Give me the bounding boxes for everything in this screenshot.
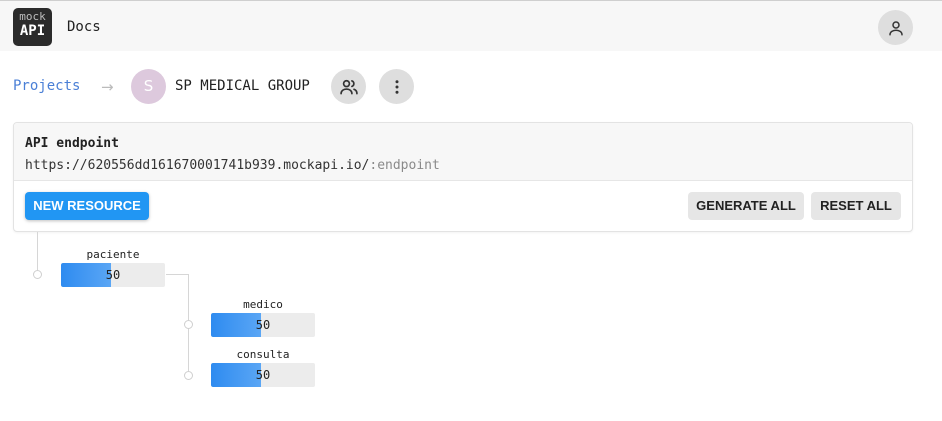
docs-link[interactable]: Docs	[67, 19, 101, 35]
tree-connector	[37, 232, 38, 274]
arrow-right-icon: →	[101, 78, 114, 96]
resource-count: 50	[105, 268, 121, 282]
logo-top-text: mock	[19, 10, 46, 23]
project-name: SP MEDICAL GROUP	[175, 78, 310, 94]
api-endpoint-header: API endpoint https://620556dd16167000174…	[14, 123, 912, 181]
user-menu-button[interactable]	[878, 10, 913, 45]
api-endpoint-url-suffix: :endpoint	[369, 158, 440, 173]
resource-bar-consulta[interactable]: 50	[211, 363, 315, 387]
tree-node-dot	[33, 270, 42, 279]
resource-bar-medico[interactable]: 50	[211, 313, 315, 337]
resource-name-paciente[interactable]: paciente	[61, 248, 165, 261]
more-options-button[interactable]	[379, 69, 414, 104]
members-button[interactable]	[331, 69, 366, 104]
mockapi-logo[interactable]: mock API	[13, 8, 52, 46]
api-endpoint-url[interactable]: https://620556dd161670001741b939.mockapi…	[25, 158, 440, 173]
more-vertical-icon	[395, 79, 398, 94]
api-endpoint-card: API endpoint https://620556dd16167000174…	[13, 122, 913, 232]
project-avatar: S	[131, 69, 166, 104]
resource-name-consulta[interactable]: consulta	[211, 348, 315, 361]
tree-node-dot	[184, 320, 193, 329]
new-resource-button[interactable]: NEW RESOURCE	[25, 192, 149, 220]
resource-count: 50	[255, 318, 271, 332]
generate-all-button[interactable]: GENERATE ALL	[688, 192, 804, 220]
tree-node-dot	[184, 371, 193, 380]
resource-count: 50	[255, 368, 271, 382]
api-endpoint-title: API endpoint	[25, 136, 119, 151]
breadcrumb-projects-link[interactable]: Projects	[13, 78, 80, 94]
top-bar: mock API Docs	[0, 0, 942, 51]
users-icon	[339, 79, 358, 94]
user-icon	[888, 20, 903, 35]
reset-all-button[interactable]: RESET ALL	[811, 192, 901, 220]
logo-bottom-text: API	[19, 23, 46, 39]
breadcrumb: Projects → S SP MEDICAL GROUP	[13, 69, 433, 105]
resource-bar-paciente[interactable]: 50	[61, 263, 165, 287]
resource-name-medico[interactable]: medico	[211, 298, 315, 311]
tree-connector	[166, 274, 188, 275]
api-endpoint-url-base: https://620556dd161670001741b939.mockapi…	[25, 158, 370, 173]
